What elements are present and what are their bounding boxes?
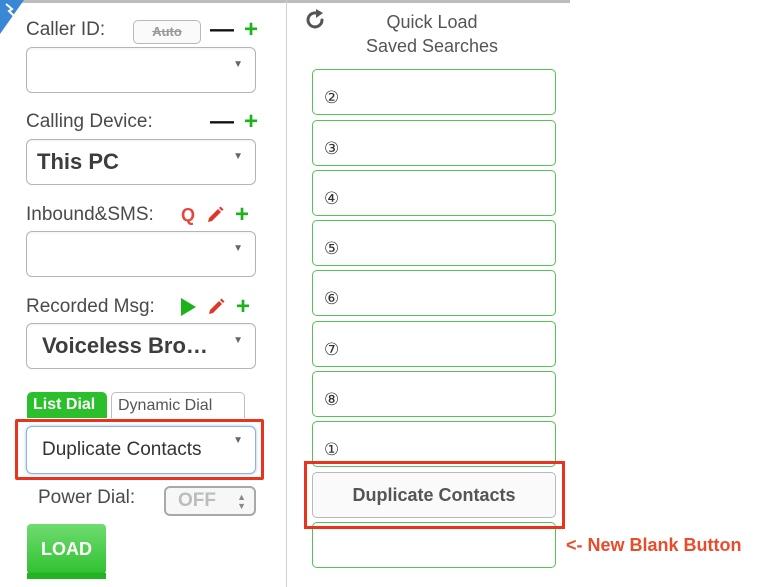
- inbound-sms-label: Inbound&SMS:: [26, 204, 154, 225]
- caller-id-controls: — +: [210, 18, 258, 42]
- calling-device-select[interactable]: This PC ▼: [26, 139, 256, 185]
- calling-device-plus-icon[interactable]: +: [244, 110, 258, 134]
- quick-load-title: Quick Load Saved Searches: [340, 10, 524, 58]
- recorded-msg-controls: +: [181, 295, 250, 319]
- caller-id-label: Caller ID:: [26, 19, 106, 40]
- inbound-sms-select[interactable]: ▼: [26, 231, 256, 277]
- caller-id-auto-button[interactable]: Auto: [133, 20, 201, 44]
- load-button-underline: [27, 573, 106, 579]
- chevron-down-icon: ▼: [233, 59, 243, 70]
- tab-list-dial[interactable]: List Dial: [27, 392, 107, 418]
- inbound-sms-controls: Q +: [181, 203, 249, 227]
- calling-device-label: Calling Device:: [26, 111, 153, 132]
- recorded-msg-label: Recorded Msg:: [26, 296, 155, 317]
- quick-load-title-line1: Quick Load: [386, 12, 478, 32]
- recorded-msg-plus-icon[interactable]: +: [236, 295, 250, 319]
- quick-load-slot[interactable]: ⑧: [312, 371, 556, 417]
- caller-id-select[interactable]: ▼: [26, 47, 256, 93]
- load-button[interactable]: LOAD: [27, 524, 106, 574]
- caller-id-plus-icon[interactable]: +: [244, 18, 258, 42]
- pencil-icon[interactable]: [205, 205, 225, 225]
- recorded-msg-select[interactable]: Voiceless Bro… ▼: [26, 323, 256, 369]
- slot-number: ⑤: [324, 239, 340, 258]
- pencil-icon[interactable]: [206, 297, 226, 317]
- calling-device-value: This PC: [37, 149, 119, 174]
- slot-number: ⑦: [324, 340, 340, 359]
- slot-number: ⑥: [324, 289, 340, 308]
- tab-dynamic-dial[interactable]: Dynamic Dial: [111, 392, 245, 418]
- slot-number: ⑧: [324, 390, 340, 409]
- up-down-arrows-icon: ▲ ▼: [237, 492, 246, 511]
- recorded-msg-value: Voiceless Bro…: [42, 333, 208, 358]
- highlight-box-duplicate-button: [304, 461, 565, 529]
- slot-number: ④: [324, 189, 340, 208]
- quick-load-slot[interactable]: ⑥: [312, 270, 556, 316]
- refresh-icon[interactable]: [303, 8, 327, 32]
- slot-number: ①: [324, 440, 340, 459]
- quick-load-slot[interactable]: ③: [312, 120, 556, 166]
- inbound-sms-plus-icon[interactable]: +: [235, 203, 249, 227]
- power-dial-value: OFF: [178, 490, 216, 511]
- caller-id-minus-icon[interactable]: —: [210, 18, 234, 42]
- quick-load-slot[interactable]: ②: [312, 69, 556, 115]
- annotation-new-blank-button: <- New Blank Button: [566, 535, 742, 555]
- chevron-down-icon: ▼: [233, 151, 243, 162]
- left-panel: Caller ID: Auto — + ▼ Calling Device: — …: [0, 0, 286, 587]
- slot-number: ②: [324, 88, 340, 107]
- calling-device-controls: — +: [210, 110, 258, 134]
- highlight-box-list-select: [15, 419, 264, 480]
- inbound-sms-q-button[interactable]: Q: [181, 206, 195, 224]
- slot-number: ③: [324, 139, 340, 158]
- chevron-down-icon: ▼: [233, 243, 243, 254]
- quick-load-slot[interactable]: ⑦: [312, 321, 556, 367]
- power-dial-select[interactable]: OFF ▲ ▼: [164, 486, 256, 516]
- quick-load-slot[interactable]: ④: [312, 170, 556, 216]
- quick-load-title-line2: Saved Searches: [365, 36, 499, 56]
- panel-divider: [286, 0, 287, 587]
- chevron-down-icon: ▼: [233, 335, 243, 346]
- power-dial-label: Power Dial:: [38, 487, 136, 508]
- play-icon[interactable]: [181, 298, 196, 316]
- calling-device-minus-icon[interactable]: —: [210, 110, 234, 134]
- quick-load-slot[interactable]: ⑤: [312, 220, 556, 266]
